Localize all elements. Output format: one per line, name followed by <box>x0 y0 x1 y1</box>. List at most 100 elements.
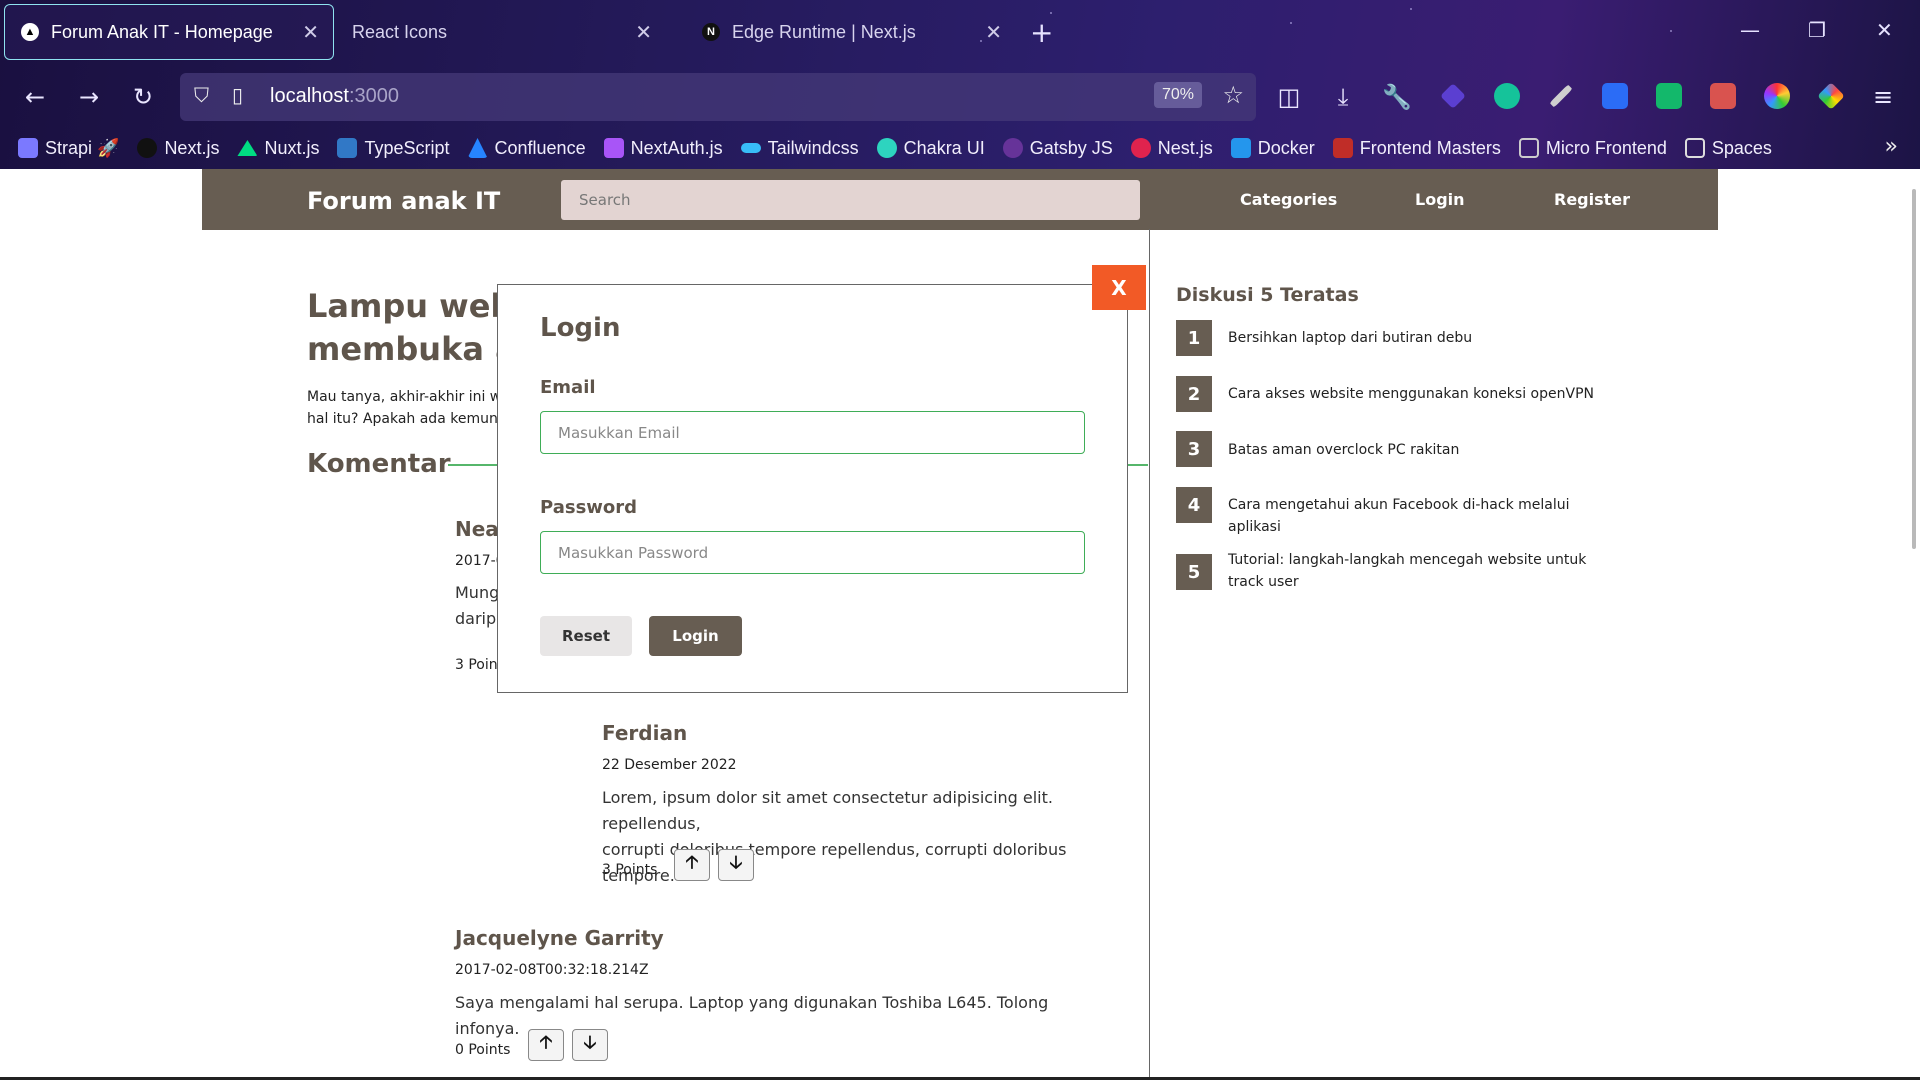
rank-badge: 1 <box>1176 320 1212 356</box>
bookmarks-bar: Strapi 🚀 Next.js Nuxt.js TypeScript Conf… <box>0 130 1920 166</box>
login-modal: Login Email Password Reset Login <box>497 284 1128 693</box>
url-bar[interactable]: ⛉ ▯ localhost:3000 70% ☆ <box>180 73 1256 121</box>
menu-icon[interactable]: ≡ <box>1868 82 1898 112</box>
nextauth-icon <box>603 138 624 158</box>
divider <box>1149 229 1150 1080</box>
page-icon: ▯ <box>232 83 244 107</box>
login-submit-button[interactable]: Login <box>649 616 742 656</box>
bookmark-frontend-masters[interactable]: Frontend Masters <box>1332 138 1501 159</box>
browser-chrome: ▲ Forum Anak IT - Homepage ✕ React Icons… <box>0 0 1920 169</box>
email-label: Email <box>540 377 596 398</box>
back-icon[interactable]: ← <box>20 82 50 112</box>
restore-icon[interactable]: ❐ <box>1808 18 1826 42</box>
bookmark-docker[interactable]: Docker <box>1230 138 1315 159</box>
chakra-icon <box>876 138 897 158</box>
nav-register[interactable]: Register <box>1554 190 1630 209</box>
bookmark-micro-frontend[interactable]: Micro Frontend <box>1518 138 1667 159</box>
rank-badge: 2 <box>1176 376 1212 412</box>
top-discussion-link[interactable]: Bersihkan laptop dari butiran debu <box>1228 327 1608 349</box>
rank-badge: 4 <box>1176 487 1212 523</box>
pen-icon[interactable] <box>1549 84 1573 108</box>
frontend-masters-icon <box>1332 138 1353 158</box>
close-modal-button[interactable]: X <box>1092 265 1146 310</box>
docker-icon <box>1230 138 1251 158</box>
bookmark-nestjs[interactable]: Nest.js <box>1130 138 1213 159</box>
bookmark-confluence[interactable]: Confluence <box>467 138 586 159</box>
email-field[interactable] <box>540 411 1085 454</box>
tab-title: Forum Anak IT - Homepage <box>51 21 273 42</box>
download-icon[interactable]: ⤓ <box>1328 82 1358 112</box>
pocket-icon[interactable]: ◫ <box>1274 82 1304 112</box>
bookmark-nextjs[interactable]: Next.js <box>137 138 219 159</box>
forward-icon[interactable]: → <box>74 82 104 112</box>
password-field[interactable] <box>540 531 1085 574</box>
comment-date: 2017-02-08T00:32:18.214Z <box>455 962 649 978</box>
folder-icon <box>1684 138 1705 158</box>
typescript-icon <box>337 138 358 158</box>
bookmark-star-icon[interactable]: ☆ <box>1222 81 1244 109</box>
comment-points: 0 Points <box>455 1042 511 1058</box>
tailwind-icon <box>740 143 761 153</box>
bookmark-typescript[interactable]: TypeScript <box>337 138 450 159</box>
close-window-icon[interactable]: ✕ <box>1876 18 1893 42</box>
grammarly-icon[interactable] <box>1494 83 1520 109</box>
close-icon[interactable]: ✕ <box>985 20 1002 45</box>
site-brand[interactable]: Forum anak IT <box>307 187 500 215</box>
tab-edge-runtime[interactable]: N Edge Runtime | Next.js ✕ <box>686 4 1016 60</box>
confluence-icon <box>467 138 488 158</box>
site-header: Forum anak IT Categories Login Register <box>202 169 1718 230</box>
rank-badge: 5 <box>1176 554 1212 590</box>
nav-categories[interactable]: Categories <box>1240 190 1337 209</box>
bookmark-nuxtjs[interactable]: Nuxt.js <box>237 138 319 159</box>
top-discussion-link[interactable]: Tutorial: langkah-langkah mencegah websi… <box>1228 549 1598 593</box>
angular-icon <box>1518 138 1539 158</box>
downvote-button[interactable]: 🡣 <box>572 1029 608 1061</box>
bookmark-tailwindcss[interactable]: Tailwindcss <box>740 138 859 159</box>
search-input[interactable] <box>561 180 1140 220</box>
bookmark-nextauth[interactable]: NextAuth.js <box>603 138 723 159</box>
bookmark-strapi[interactable]: Strapi 🚀 <box>18 138 119 159</box>
top-discussion-link[interactable]: Cara akses website menggunakan koneksi o… <box>1228 383 1608 405</box>
scrollbar[interactable] <box>1912 189 1916 549</box>
bookmark-gatsby[interactable]: Gatsby JS <box>1002 138 1113 159</box>
close-icon[interactable]: ✕ <box>635 20 652 45</box>
page-content: Forum anak IT Categories Login Register … <box>0 169 1920 1080</box>
bookmark-spaces[interactable]: Spaces <box>1684 138 1772 159</box>
minimize-icon[interactable]: — <box>1740 18 1760 42</box>
extension-icon[interactable] <box>1710 83 1736 109</box>
reload-icon[interactable]: ↻ <box>128 82 158 112</box>
color-wheel-icon[interactable] <box>1764 83 1790 109</box>
shield-icon[interactable]: ⛉ <box>194 83 209 107</box>
zoom-level[interactable]: 70% <box>1153 82 1202 108</box>
close-icon[interactable]: ✕ <box>302 20 319 45</box>
downvote-button[interactable]: 🡣 <box>718 849 754 881</box>
upvote-button[interactable]: 🡡 <box>528 1029 564 1061</box>
extension-icon[interactable] <box>1440 83 1466 109</box>
gatsby-icon <box>1002 138 1023 158</box>
extension-icon[interactable] <box>1602 83 1628 109</box>
extension-icon[interactable] <box>1656 83 1682 109</box>
tab-forum-anak-it[interactable]: ▲ Forum Anak IT - Homepage ✕ <box>4 4 334 60</box>
reset-button[interactable]: Reset <box>540 616 632 656</box>
rank-badge: 3 <box>1176 431 1212 467</box>
comments-heading: Komentar <box>307 449 451 479</box>
nestjs-icon <box>1130 138 1151 158</box>
tab-strip: ▲ Forum Anak IT - Homepage ✕ React Icons… <box>0 0 1920 66</box>
tab-react-icons[interactable]: React Icons ✕ <box>336 4 666 60</box>
new-tab-button[interactable]: + <box>1030 16 1053 49</box>
strapi-icon <box>18 138 38 158</box>
tab-title: Edge Runtime | Next.js <box>732 21 916 42</box>
navigation-bar: ← → ↻ ⛉ ▯ localhost:3000 70% ☆ ◫ ⤓ 🔧 ≡ <box>0 70 1920 126</box>
comment-points: 3 Points <box>602 862 658 878</box>
extension-icon[interactable] <box>1817 82 1845 110</box>
comment-date: 22 Desember 2022 <box>602 757 737 773</box>
url-text[interactable]: localhost:3000 <box>270 85 399 108</box>
chevron-double-right-icon[interactable]: » <box>1885 134 1898 159</box>
bookmark-chakra-ui[interactable]: Chakra UI <box>876 138 985 159</box>
nav-login[interactable]: Login <box>1415 190 1465 209</box>
top-discussion-link[interactable]: Cara mengetahui akun Facebook di-hack me… <box>1228 494 1608 538</box>
upvote-button[interactable]: 🡡 <box>674 849 710 881</box>
sidebar-title: Diskusi 5 Teratas <box>1176 284 1359 306</box>
top-discussion-link[interactable]: Batas aman overclock PC rakitan <box>1228 439 1608 461</box>
wrench-icon[interactable]: 🔧 <box>1382 82 1412 112</box>
